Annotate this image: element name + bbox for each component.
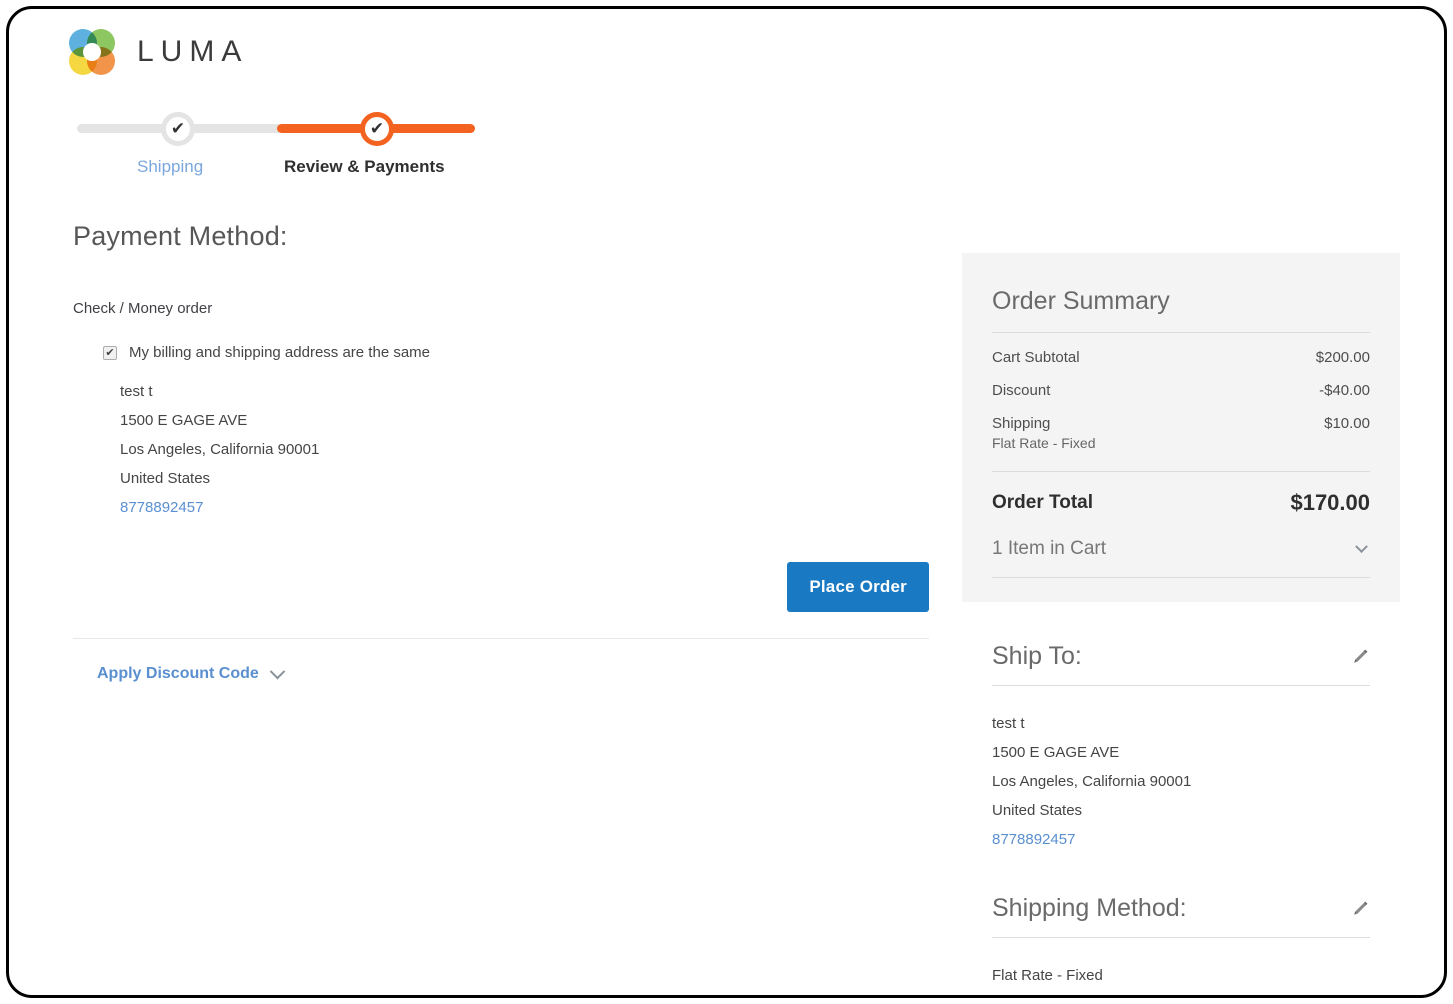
billing-address-block: test t 1500 E GAGE AVE Los Angeles, Cali… <box>120 377 933 522</box>
payment-section: Payment Method: Check / Money order ✔ My… <box>73 221 933 683</box>
pencil-icon[interactable] <box>1350 899 1370 919</box>
section-divider <box>73 638 929 639</box>
billing-same-checkbox[interactable]: ✔ <box>103 346 117 360</box>
order-summary-title: Order Summary <box>992 287 1370 333</box>
billing-address-street: 1500 E GAGE AVE <box>120 412 248 429</box>
pencil-icon[interactable] <box>1350 647 1370 667</box>
summary-value: -$40.00 <box>1319 382 1370 399</box>
order-total-label: Order Total <box>992 492 1093 513</box>
summary-value: $10.00 <box>1324 415 1370 432</box>
ship-to-title: Ship To: <box>992 642 1082 670</box>
billing-address-city-state-zip: Los Angeles, California 90001 <box>120 441 320 458</box>
ship-to-country: United States <box>992 802 1083 819</box>
summary-value: $200.00 <box>1315 349 1370 366</box>
summary-row-cart-subtotal: Cart Subtotal $200.00 <box>992 333 1370 366</box>
check-icon: ✔ <box>105 346 115 359</box>
order-sidebar: Order Summary Cart Subtotal $200.00 Disc… <box>962 253 1400 990</box>
order-total-value: $170.00 <box>1290 490 1370 515</box>
step-label-review-payments[interactable]: Review & Payments <box>284 157 445 177</box>
order-summary-panel: Order Summary Cart Subtotal $200.00 Disc… <box>962 253 1400 602</box>
billing-same-as-shipping-row[interactable]: ✔ My billing and shipping address are th… <box>103 344 933 361</box>
place-order-area: Place Order <box>73 544 933 622</box>
ship-to-city-state-zip: Los Angeles, California 90001 <box>992 773 1192 790</box>
chevron-down-icon <box>1355 539 1368 553</box>
shipping-method-block: Shipping Method: Flat Rate - Fixed <box>962 894 1400 990</box>
step-label-shipping[interactable]: Shipping <box>137 157 203 177</box>
summary-label: Discount <box>992 382 1051 399</box>
shipping-method-value: Flat Rate - Fixed <box>992 967 1103 984</box>
summary-label-wrap: Shipping Flat Rate - Fixed <box>992 415 1095 451</box>
checkout-progress-bar: ✔ ✔ Shipping Review & Payments <box>9 9 1444 176</box>
step-review-payments-marker[interactable]: ✔ <box>360 112 394 146</box>
shipping-method-title: Shipping Method: <box>992 894 1187 922</box>
cart-items-label: 1 Item in Cart <box>992 538 1107 559</box>
billing-address-country: United States <box>120 470 211 487</box>
place-order-button[interactable]: Place Order <box>787 562 929 612</box>
step-shipping-marker[interactable]: ✔ <box>161 112 195 146</box>
summary-row-discount: Discount -$40.00 <box>992 366 1370 399</box>
ship-to-phone[interactable]: 8778892457 <box>992 825 1370 854</box>
ship-to-street: 1500 E GAGE AVE <box>992 744 1120 761</box>
ship-to-name: test t <box>992 715 1025 732</box>
billing-address-name: test t <box>120 383 153 400</box>
browser-page-frame: LUMA ✔ ✔ Shipping Review & Payments Paym… <box>6 6 1447 998</box>
payment-method-name: Check / Money order <box>73 300 213 317</box>
apply-discount-code-toggle[interactable]: Apply Discount Code <box>97 663 286 683</box>
billing-address-phone[interactable]: 8778892457 <box>120 493 933 522</box>
billing-same-checkbox-label: My billing and shipping address are the … <box>129 344 431 361</box>
page-title: Payment Method: <box>73 221 288 251</box>
ship-to-header: Ship To: <box>992 642 1370 686</box>
summary-sublabel: Flat Rate - Fixed <box>992 435 1096 451</box>
shipping-method-header: Shipping Method: <box>992 894 1370 938</box>
summary-label: Cart Subtotal <box>992 349 1080 366</box>
order-total-row: Order Total $170.00 <box>992 472 1370 538</box>
summary-label: Shipping <box>992 415 1051 432</box>
chevron-down-icon <box>269 663 286 679</box>
ship-to-address: test t 1500 E GAGE AVE Los Angeles, Cali… <box>992 709 1370 854</box>
summary-row-shipping: Shipping Flat Rate - Fixed $10.00 <box>992 399 1370 451</box>
ship-to-block: Ship To: test t 1500 E GAGE AVE Los Ange… <box>962 642 1400 854</box>
check-icon: ✔ <box>369 119 385 138</box>
apply-discount-code-label: Apply Discount Code <box>97 665 259 682</box>
check-icon: ✔ <box>170 119 186 138</box>
cart-items-toggle[interactable]: 1 Item in Cart <box>992 538 1370 578</box>
